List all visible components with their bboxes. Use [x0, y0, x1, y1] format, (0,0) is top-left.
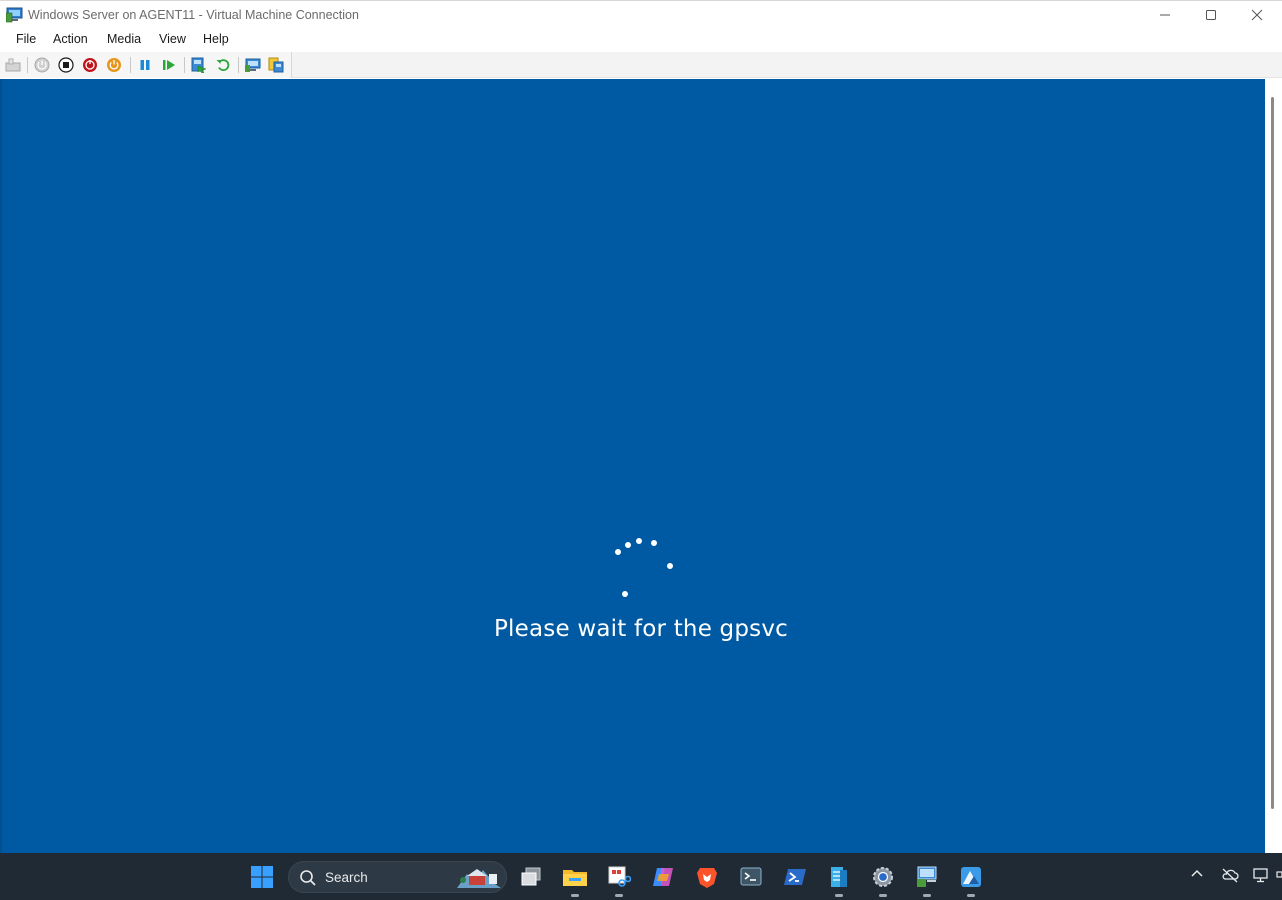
- taskbar-copilot[interactable]: [648, 862, 678, 892]
- running-indicator: [923, 894, 931, 897]
- toolbar-separator: [27, 57, 28, 73]
- vertical-scrollbar[interactable]: [1265, 79, 1282, 853]
- taskbar-file-explorer[interactable]: [560, 862, 590, 897]
- taskbar-snipping-tool[interactable]: [604, 862, 634, 897]
- hyperv-manager-icon: [917, 866, 937, 887]
- taskbar-server-manager[interactable]: [824, 862, 854, 897]
- turn-off-button[interactable]: [57, 56, 75, 74]
- start-icon: [34, 57, 50, 73]
- share-icon: [268, 57, 284, 73]
- taskbar-brave-browser[interactable]: [692, 862, 722, 892]
- minimize-button[interactable]: [1142, 1, 1188, 29]
- save-button[interactable]: [105, 56, 123, 74]
- running-indicator: [879, 894, 887, 897]
- shut-down-icon: [83, 58, 97, 72]
- task-view-icon: [521, 867, 541, 886]
- file-explorer-icon: [563, 870, 587, 886]
- pause-icon: [140, 60, 150, 70]
- revert-button[interactable]: [214, 56, 232, 74]
- menu-media[interactable]: Media: [107, 32, 141, 46]
- search-icon: [300, 870, 316, 886]
- tray-network[interactable]: [1253, 867, 1282, 888]
- settings-icon: [873, 867, 893, 887]
- brave-browser-icon: [697, 868, 717, 888]
- copilot-icon: [653, 868, 673, 886]
- taskbar-hyperv-manager[interactable]: [912, 862, 942, 897]
- close-button[interactable]: [1234, 1, 1280, 29]
- spinner-dot: [615, 549, 621, 555]
- toolbar-separator: [238, 57, 239, 73]
- turn-off-icon: [58, 57, 74, 73]
- close-icon: [1251, 9, 1263, 21]
- windows-start-icon: [251, 866, 273, 888]
- search-label: Search: [325, 870, 368, 885]
- maximize-button[interactable]: [1188, 1, 1234, 29]
- menu-help[interactable]: Help: [203, 32, 229, 46]
- pause-button[interactable]: [136, 56, 154, 74]
- shut-down-button[interactable]: [81, 56, 99, 74]
- tray-onedrive[interactable]: [1221, 867, 1239, 888]
- running-indicator: [967, 894, 975, 897]
- network-icon: [1253, 868, 1282, 883]
- vm-display[interactable]: [0, 79, 1265, 853]
- menu-action[interactable]: Action: [53, 32, 88, 46]
- terminal-icon: [740, 867, 762, 886]
- enhanced-session-button[interactable]: [244, 56, 262, 74]
- resume-button[interactable]: [160, 56, 178, 74]
- taskbar-azure[interactable]: [956, 862, 986, 897]
- toolbar-separator: [184, 57, 185, 73]
- enhanced-session-icon: [245, 58, 261, 72]
- resume-icon: [163, 60, 175, 70]
- taskbar-task-view[interactable]: [516, 862, 546, 892]
- ctrl-alt-del-icon: [5, 58, 21, 72]
- running-indicator: [615, 894, 623, 897]
- spinner-dot: [622, 591, 628, 597]
- share-button[interactable]: [267, 56, 285, 74]
- checkpoint-button[interactable]: [190, 56, 208, 74]
- spinner-dot: [667, 563, 673, 569]
- running-indicator: [835, 894, 843, 897]
- vm-display-edge: [0, 79, 2, 853]
- snipping-tool-icon: [608, 866, 631, 887]
- menu-view[interactable]: View: [159, 32, 186, 46]
- taskbar-search-box[interactable]: Search: [288, 861, 507, 893]
- spinner-dot: [651, 540, 657, 546]
- search-highlight-icon: [457, 869, 501, 888]
- scrollbar-thumb[interactable]: [1271, 97, 1274, 809]
- menu-file[interactable]: File: [16, 32, 36, 46]
- title-bar[interactable]: Windows Server on AGENT11 - Virtual Mach…: [0, 0, 1282, 28]
- taskbar-powershell[interactable]: [780, 862, 810, 892]
- taskbar-settings[interactable]: [868, 862, 898, 897]
- revert-icon: [216, 59, 230, 72]
- taskbar-terminal[interactable]: [736, 862, 766, 892]
- vm-connection-app-icon: [5, 7, 24, 23]
- toolbar-separator: [130, 57, 131, 73]
- window-title: Windows Server on AGENT11 - Virtual Mach…: [28, 8, 359, 22]
- toolbar: [0, 52, 1282, 78]
- maximize-icon: [1206, 10, 1216, 20]
- start-button[interactable]: [33, 56, 51, 74]
- onedrive-off-icon: [1222, 868, 1239, 883]
- save-icon: [107, 58, 121, 72]
- spinner-dot: [625, 542, 631, 548]
- loading-spinner: [608, 532, 678, 602]
- chevron-up-icon: [1191, 869, 1203, 877]
- ctrl-alt-del-button[interactable]: [4, 56, 22, 74]
- vm-connection-window: Windows Server on AGENT11 - Virtual Mach…: [0, 0, 1282, 900]
- running-indicator: [571, 894, 579, 897]
- tray-overflow-button[interactable]: [1190, 867, 1204, 886]
- powershell-icon: [784, 869, 806, 885]
- menu-bar: File Action Media View Help: [0, 28, 1282, 52]
- checkpoint-icon: [191, 57, 207, 73]
- server-manager-icon: [831, 867, 847, 887]
- minimize-icon: [1160, 14, 1170, 16]
- spinner-dot: [636, 538, 642, 544]
- taskbar-start-button[interactable]: [247, 862, 277, 892]
- azure-icon: [961, 867, 981, 887]
- taskbar: Search: [0, 853, 1282, 900]
- status-message: Please wait for the gpsvc: [493, 616, 788, 642]
